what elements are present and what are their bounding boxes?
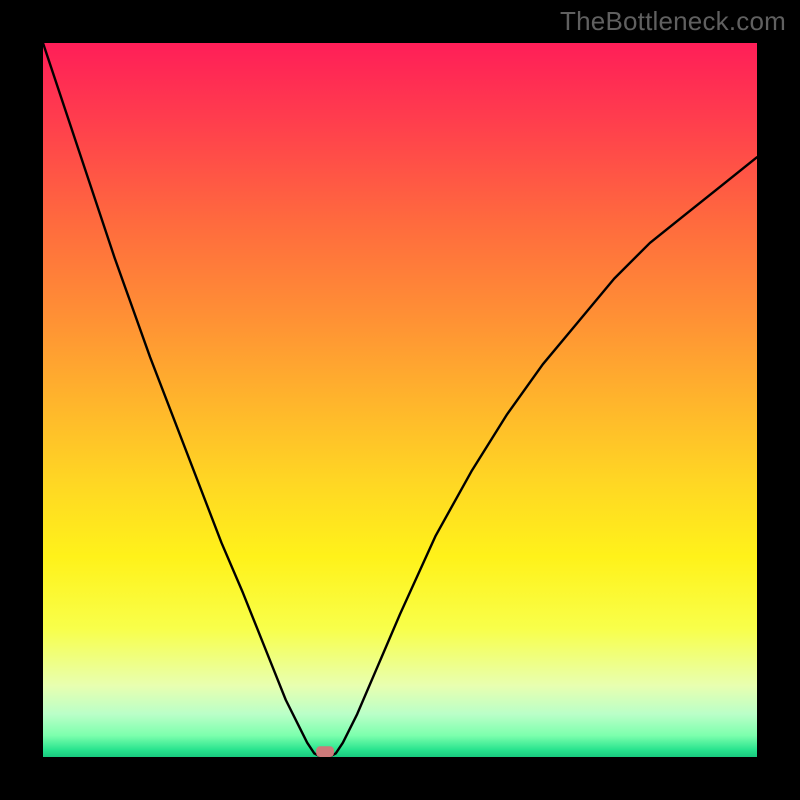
plot-area [43,43,757,757]
watermark-text: TheBottleneck.com [560,6,786,37]
chart-svg [43,43,757,757]
bottleneck-point-marker [316,746,334,757]
chart-frame: TheBottleneck.com [0,0,800,800]
bottleneck-curve [43,43,757,757]
